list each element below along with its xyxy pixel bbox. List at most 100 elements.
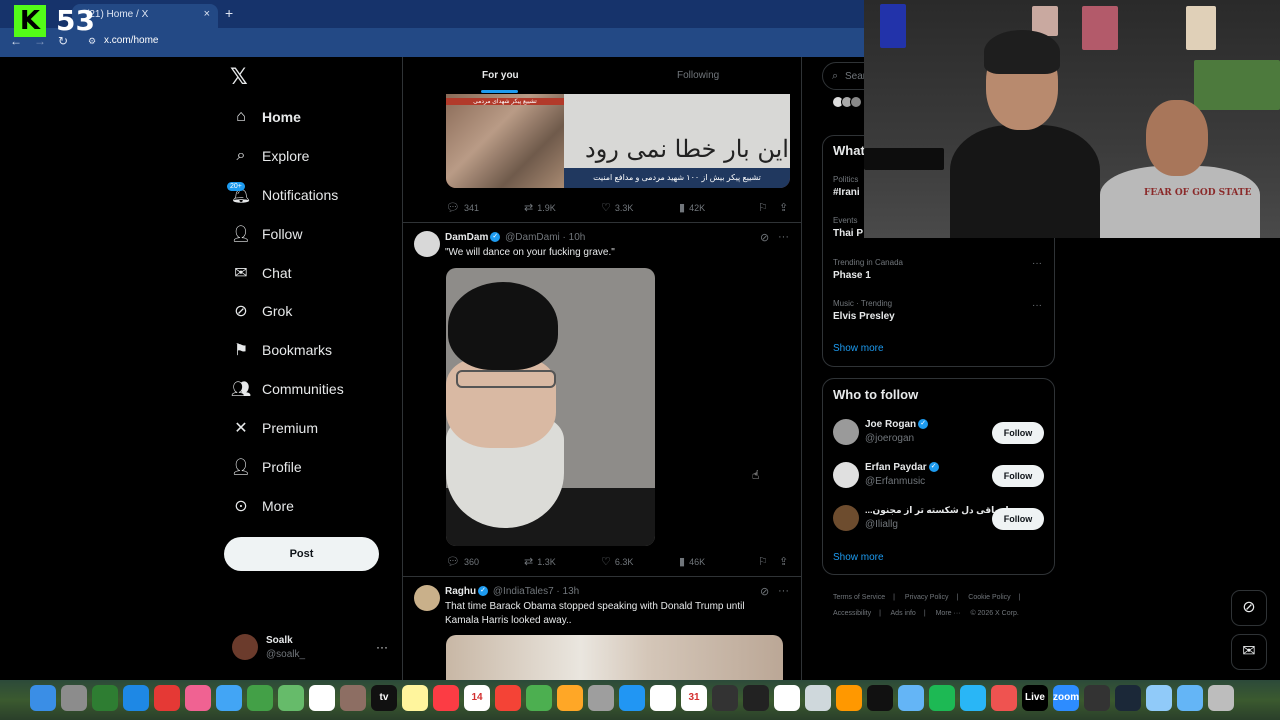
like-button[interactable]: ♡ 3.3K	[601, 201, 633, 214]
sidebar-item-profile[interactable]: 👤︎ Profile	[230, 454, 302, 480]
more-icon[interactable]: ···	[778, 231, 789, 243]
dock-facetime-icon[interactable]	[247, 685, 273, 711]
dock-launchpad-icon[interactable]	[61, 685, 87, 711]
share-button[interactable]: ⇪	[779, 555, 792, 568]
trend-item[interactable]: Music · Trending Elvis Presley	[833, 299, 1043, 322]
footer-more-link[interactable]: More ···	[936, 610, 961, 617]
tweet-media[interactable]	[446, 635, 783, 680]
dock-notes-brown-icon[interactable]	[340, 685, 366, 711]
dock-live-icon[interactable]: Live	[1022, 685, 1048, 711]
messages-icon[interactable]: ✉	[1231, 634, 1267, 670]
dock-messages-icon[interactable]	[278, 685, 304, 711]
avatar[interactable]	[414, 231, 440, 257]
dock-appstore-icon[interactable]	[619, 685, 645, 711]
cookie-link[interactable]: Cookie Policy	[968, 594, 1010, 601]
trends-show-more[interactable]: Show more	[833, 343, 884, 354]
dock-news-icon[interactable]	[495, 685, 521, 711]
dock-logic-icon[interactable]	[712, 685, 738, 711]
dock-tv-icon[interactable]: tv	[371, 685, 397, 711]
dock-music-icon[interactable]	[433, 685, 459, 711]
tweet-time[interactable]: · 10h	[563, 232, 586, 243]
dock-trash-icon[interactable]	[1208, 685, 1234, 711]
tab-close-icon[interactable]: ×	[204, 8, 210, 20]
tweet-author-name[interactable]: DamDam	[445, 232, 488, 243]
views-button[interactable]: ▮ 42K	[679, 201, 705, 214]
bookmark-button[interactable]: ⚐	[758, 201, 772, 214]
sidebar-item-more[interactable]: ⊙ More	[230, 493, 294, 519]
views-button[interactable]: ▮ 46K	[679, 555, 705, 568]
follow-suggestion[interactable]: ...ر از باقی دل شکسته تر از مجنون @Ilial…	[833, 505, 1045, 535]
grok-icon[interactable]: ⊘	[760, 585, 769, 598]
dock-spotify-icon[interactable]	[929, 685, 955, 711]
dock-notes-icon[interactable]	[402, 685, 428, 711]
tweet-time[interactable]: · 13h	[556, 586, 579, 597]
follow-button[interactable]: Follow	[992, 422, 1044, 444]
sidebar-item-bookmarks[interactable]: ⚑ Bookmarks	[230, 337, 332, 363]
reply-button[interactable]: 💬︎ 360	[446, 555, 479, 568]
trend-more-icon[interactable]: ···	[1032, 300, 1042, 311]
sidebar-item-chat[interactable]: ✉ Chat	[230, 260, 291, 286]
sidebar-item-notifications[interactable]: 🔔︎ Notifications	[230, 182, 338, 208]
dock-preview-icon[interactable]	[898, 685, 924, 711]
dock-finder-icon[interactable]	[30, 685, 56, 711]
reply-button[interactable]: 💬︎ 341	[446, 201, 479, 214]
dock-steam-icon[interactable]	[1115, 685, 1141, 711]
follow-button[interactable]: Follow	[992, 508, 1044, 530]
sidebar-item-explore[interactable]: ⌕ Explore	[230, 143, 310, 169]
trend-more-icon[interactable]: ···	[1032, 258, 1042, 269]
terms-link[interactable]: Terms of Service	[833, 594, 885, 601]
dock-notion-icon[interactable]	[650, 685, 676, 711]
site-settings-icon[interactable]: ⚙	[88, 36, 96, 47]
dock-obs-icon[interactable]	[1084, 685, 1110, 711]
follow-suggestion[interactable]: Erfan Paydar ✓ @Erfanmusic Follow	[833, 462, 1045, 492]
tab-following[interactable]: Following	[677, 70, 719, 81]
dock-settings-icon[interactable]	[588, 685, 614, 711]
dock-pages-icon[interactable]	[557, 685, 583, 711]
repost-button[interactable]: ⇄ 1.9K	[524, 201, 556, 214]
dock-unity-icon[interactable]	[774, 685, 800, 711]
dock-fl-studio-icon[interactable]	[836, 685, 862, 711]
more-icon[interactable]: ···	[376, 640, 388, 654]
tweet-author-handle[interactable]: @IndiaTales7	[493, 586, 554, 597]
tweet-media[interactable]	[446, 268, 655, 546]
grok-icon[interactable]: ⊘	[760, 231, 769, 244]
bookmark-button[interactable]: ⚐	[758, 555, 772, 568]
like-button[interactable]: ♡ 6.3K	[601, 555, 633, 568]
sidebar-item-home[interactable]: ⌂ Home	[230, 104, 301, 130]
new-tab-button[interactable]: +	[225, 5, 233, 21]
privacy-link[interactable]: Privacy Policy	[905, 594, 949, 601]
trend-item[interactable]: Trending in Canada Phase 1	[833, 258, 1043, 281]
more-icon[interactable]: ···	[778, 585, 789, 597]
post-button[interactable]: Post	[224, 537, 379, 571]
dock-telegram-icon[interactable]	[960, 685, 986, 711]
dock-downloads-icon[interactable]	[1177, 685, 1203, 711]
dock-tool2-icon[interactable]	[991, 685, 1017, 711]
dock-freeform-icon[interactable]	[309, 685, 335, 711]
dock-mail-icon[interactable]	[216, 685, 242, 711]
x-logo-icon[interactable]: 𝕏	[230, 64, 248, 90]
dock-numbers-icon[interactable]	[526, 685, 552, 711]
sidebar-item-communities[interactable]: 👥︎ Communities	[230, 376, 344, 402]
tweet-author-handle[interactable]: @DamDami	[505, 232, 560, 243]
dock-capcut2-icon[interactable]	[867, 685, 893, 711]
follow-button[interactable]: Follow	[992, 465, 1044, 487]
repost-button[interactable]: ⇄ 1.3K	[524, 555, 556, 568]
dock-chrome-icon[interactable]	[154, 685, 180, 711]
dock-calendar-icon[interactable]: 14	[464, 685, 490, 711]
dock-silverfish-icon[interactable]	[805, 685, 831, 711]
ads-info-link[interactable]: Ads info	[891, 610, 916, 617]
dock-capcut-icon[interactable]	[743, 685, 769, 711]
share-button[interactable]: ⇪	[779, 201, 792, 214]
tab-for-you[interactable]: For you	[482, 70, 519, 81]
dock-network-icon[interactable]	[1146, 685, 1172, 711]
accessibility-link[interactable]: Accessibility	[833, 610, 871, 617]
dock-photos-icon[interactable]	[185, 685, 211, 711]
account-switcher[interactable]: Soalk @soalk_ ···	[232, 634, 392, 666]
dock-calendar31-icon[interactable]: 31	[681, 685, 707, 711]
url-field[interactable]: x.com/home	[104, 35, 158, 46]
follow-suggestion[interactable]: Joe Rogan ✓ @joerogan Follow	[833, 419, 1045, 449]
grok-icon[interactable]: ⊘	[1231, 590, 1267, 626]
dock-tool-icon[interactable]	[92, 685, 118, 711]
sidebar-item-follow[interactable]: 👤︎ Follow	[230, 221, 303, 247]
dock-safari-icon[interactable]	[123, 685, 149, 711]
